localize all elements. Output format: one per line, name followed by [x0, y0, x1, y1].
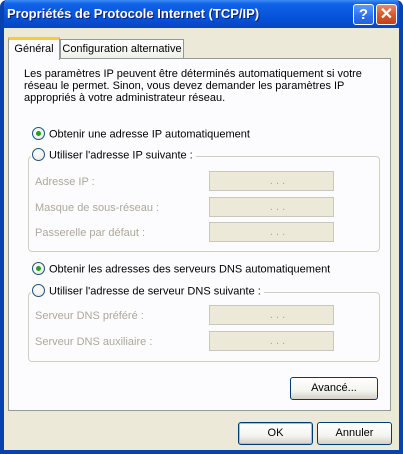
advanced-button[interactable]: Avancé... — [290, 377, 378, 400]
preferred-dns-value: . . . — [269, 309, 286, 321]
cancel-button[interactable]: Annuler — [317, 422, 392, 445]
ip-address-label: Adresse IP : — [35, 176, 95, 188]
radio-unchecked-icon[interactable] — [32, 148, 45, 161]
alternate-dns-field[interactable]: . . . — [209, 331, 334, 351]
intro-text: Les paramètres IP peuvent être déterminé… — [24, 68, 362, 104]
radio-checked-icon[interactable] — [32, 262, 45, 275]
subnet-mask-label: Masque de sous-réseau : — [35, 202, 160, 214]
dns-auto-label: Obtenir les adresses des serveurs DNS au… — [49, 263, 331, 276]
ip-address-value: . . . — [269, 175, 286, 187]
subnet-mask-value: . . . — [269, 201, 286, 213]
ip-manual-radio[interactable]: Utiliser l'adresse IP suivante : — [31, 148, 196, 163]
preferred-dns-label: Serveur DNS préféré : — [35, 310, 144, 322]
default-gateway-label: Passerelle par défaut : — [35, 227, 146, 239]
alternate-dns-label: Serveur DNS auxiliaire : — [35, 336, 153, 348]
ip-auto-radio[interactable]: Obtenir une adresse IP automatiquement — [32, 127, 250, 142]
radio-unchecked-icon[interactable] — [32, 284, 45, 297]
default-gateway-value: . . . — [269, 226, 286, 238]
subnet-mask-field[interactable]: . . . — [209, 197, 334, 217]
ip-auto-label: Obtenir une adresse IP automatiquement — [49, 128, 250, 141]
ip-manual-label: Utiliser l'adresse IP suivante : — [49, 149, 193, 162]
default-gateway-field[interactable]: . . . — [209, 222, 334, 242]
alternate-dns-value: . . . — [269, 335, 286, 347]
tab-general[interactable]: Général — [8, 37, 60, 60]
dns-fields-group — [28, 292, 380, 362]
close-button[interactable]: ✕ — [376, 4, 397, 25]
ip-address-field[interactable]: . . . — [209, 171, 334, 191]
dns-manual-label: Utiliser l'adresse de serveur DNS suivan… — [49, 285, 261, 298]
dns-manual-radio[interactable]: Utiliser l'adresse de serveur DNS suivan… — [31, 284, 264, 299]
tab-configuration-alternative[interactable]: Configuration alternative — [60, 39, 184, 58]
dns-auto-radio[interactable]: Obtenir les adresses des serveurs DNS au… — [32, 262, 331, 277]
ok-button[interactable]: OK — [238, 422, 313, 445]
title-bar[interactable]: Propriétés de Protocole Internet (TCP/IP… — [4, 0, 399, 28]
window-title: Propriétés de Protocole Internet (TCP/IP… — [7, 6, 260, 21]
radio-checked-icon[interactable] — [32, 127, 45, 140]
preferred-dns-field[interactable]: . . . — [209, 305, 334, 325]
help-button[interactable]: ? — [353, 4, 374, 25]
